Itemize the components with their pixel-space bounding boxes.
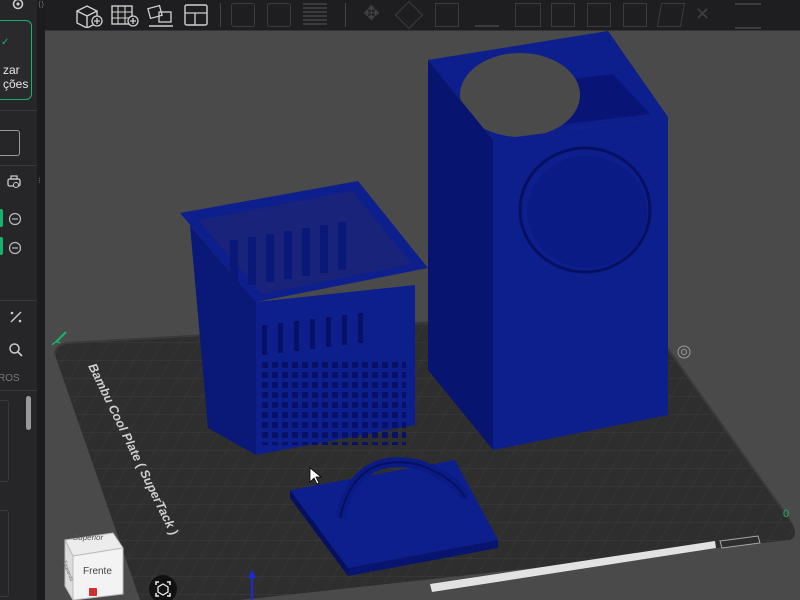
left-sidebar: ✓ zar ções ROS — [0, 0, 37, 600]
action-label-line1: zar — [3, 63, 20, 77]
lay-on-face-icon[interactable] — [475, 3, 499, 27]
rotate-3d-icon[interactable] — [394, 0, 424, 30]
drag-handle-icon[interactable]: ⁝ — [38, 177, 41, 185]
rotate-tool-icon[interactable] — [231, 3, 255, 27]
settings-icon[interactable] — [10, 0, 26, 12]
search-icon[interactable] — [8, 342, 24, 358]
collapse-icon[interactable]: ⟨⟩ — [38, 0, 44, 9]
list-panel-2 — [0, 510, 9, 597]
view-cube-front[interactable]: Frente — [83, 566, 112, 577]
basket-model[interactable] — [180, 181, 428, 455]
toolbar-separator — [220, 3, 221, 27]
axis-z-mark — [89, 588, 97, 596]
action-label-line2: ções — [3, 77, 29, 91]
view-options-icon[interactable] — [149, 575, 177, 600]
list-panel-1 — [0, 400, 9, 482]
auto-orient-icon[interactable] — [145, 2, 177, 28]
support-paint-icon[interactable] — [551, 3, 575, 27]
filament-swatch-1[interactable] — [0, 209, 3, 227]
move-tool-icon[interactable]: ✥ — [363, 3, 387, 25]
slice-action-button[interactable]: ✓ zar ções — [0, 20, 32, 100]
scale-tool-icon[interactable] — [267, 3, 291, 27]
measure-tool-icon[interactable] — [656, 3, 686, 27]
wand-icon[interactable] — [8, 309, 24, 325]
scrollbar[interactable] — [26, 396, 31, 430]
scale-3d-icon[interactable] — [435, 3, 459, 27]
separator — [0, 300, 37, 301]
check-icon: ✓ — [1, 37, 10, 48]
view-cube-top[interactable]: Superior — [72, 533, 104, 542]
sidebar-divider[interactable]: ⟨⟩ ⁝ — [37, 0, 45, 600]
cut-tool-icon[interactable] — [515, 3, 541, 27]
seam-paint-icon[interactable] — [587, 3, 611, 27]
top-toolbar: ✥ ✕ — [45, 0, 800, 31]
toolbar-separator — [345, 3, 346, 27]
section-label: ROS — [0, 373, 20, 384]
variable-layer-icon[interactable] — [735, 3, 761, 29]
printer-icon[interactable] — [6, 174, 22, 190]
assembly-tool-icon[interactable]: ✕ — [695, 3, 719, 25]
plate-number: 0 — [783, 508, 789, 520]
separator — [0, 390, 37, 391]
filament-swatch-2[interactable] — [0, 237, 3, 255]
separator — [0, 110, 37, 111]
separator — [0, 165, 37, 166]
add-plate-icon[interactable] — [109, 2, 141, 28]
text-tool-icon[interactable] — [623, 3, 647, 27]
preview-box[interactable] — [0, 130, 20, 156]
remove-filament-2-icon[interactable] — [8, 241, 22, 255]
add-cube-icon[interactable] — [73, 2, 105, 28]
remove-filament-1-icon[interactable] — [8, 212, 22, 226]
layers-tool-icon[interactable] — [303, 3, 327, 25]
3d-viewport[interactable]: Bambu Cool Plate ( SuperTack ) 0 Superio… — [45, 31, 800, 600]
arrange-icon[interactable] — [181, 2, 213, 28]
tall-box-model[interactable] — [428, 31, 668, 450]
